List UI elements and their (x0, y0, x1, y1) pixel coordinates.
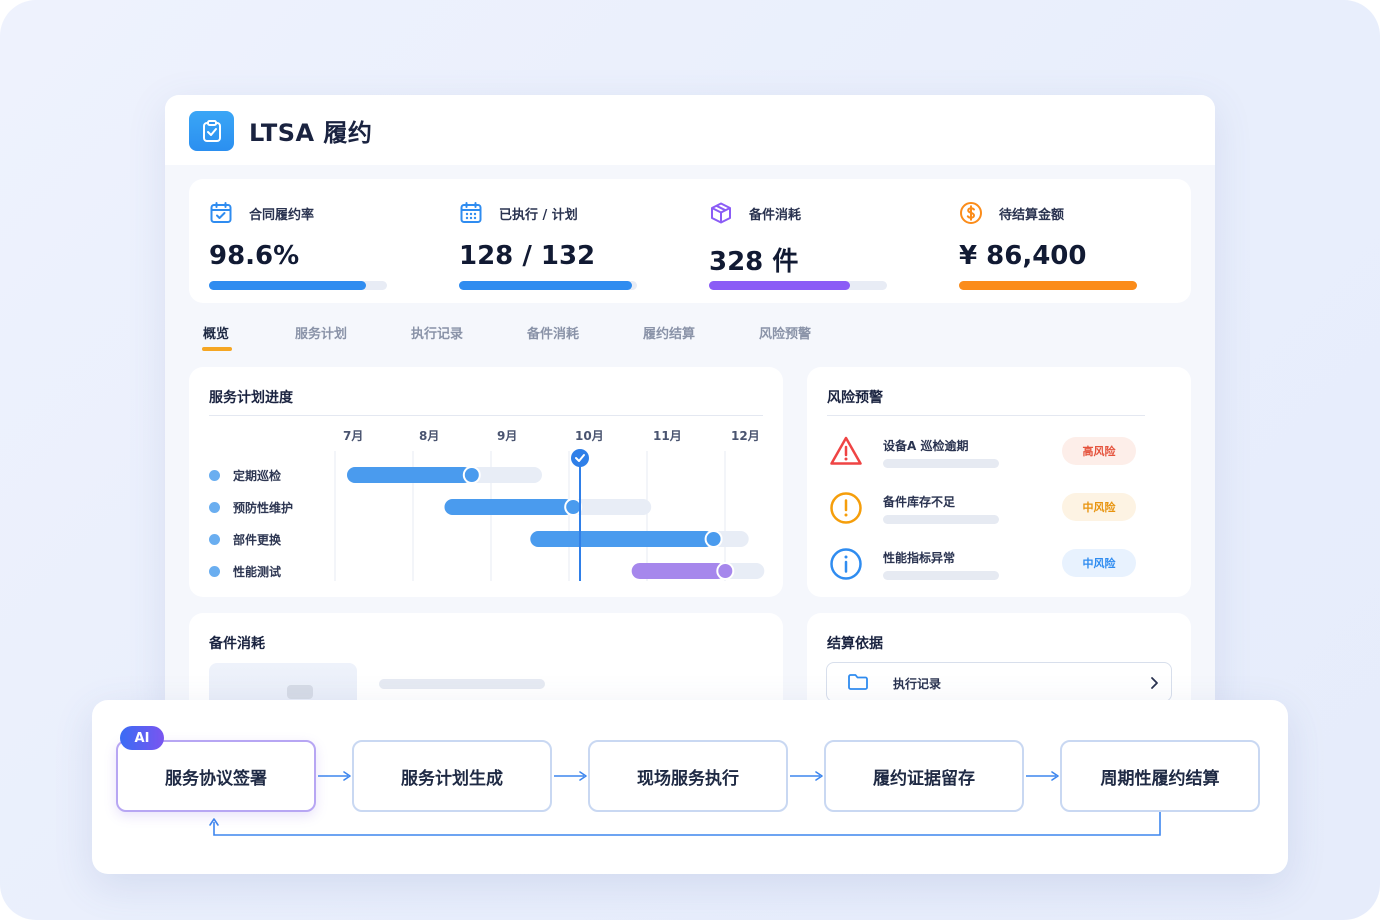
row-marker (209, 502, 220, 513)
app-title: LTSA 履约 (249, 119, 373, 147)
parts-text-placeholder (379, 679, 545, 689)
risk-title: 风险预警 (827, 390, 883, 406)
risk-level-badge: 高风险 (1062, 437, 1136, 465)
ai-badge: AI (120, 726, 164, 750)
kpi-value: ¥ 86,400 (959, 241, 1087, 271)
flow-step-plan-generation[interactable]: 服务计划生成 (352, 740, 552, 812)
today-marker-check-icon (571, 449, 589, 467)
risk-item[interactable]: 设备A 巡检逾期 高风险 (827, 433, 1147, 473)
kpi-parts-consumption: 备件消耗 328 件 (689, 179, 939, 303)
row-marker (209, 566, 220, 577)
tab-execution-records[interactable]: 执行记录 (411, 323, 463, 342)
folder-icon (847, 673, 869, 695)
task-progress-bar[interactable] (347, 467, 472, 483)
parts-image-shape (287, 685, 313, 699)
settlement-title: 结算依据 (827, 636, 883, 652)
calendar-check-icon (209, 201, 233, 225)
kpi-progress-track (709, 281, 887, 290)
task-progress-bar[interactable] (444, 499, 574, 515)
row-marker (209, 534, 220, 545)
kpi-progress-track (959, 281, 1137, 290)
kpi-progress-fill (459, 281, 632, 290)
kpi-label: 备件消耗 (749, 207, 802, 223)
task-progress-handle[interactable] (564, 498, 583, 516)
chevron-right-icon (1149, 675, 1159, 694)
tab-parts-consumption[interactable]: 备件消耗 (527, 323, 579, 342)
info-circle-icon (829, 547, 863, 585)
kpi-progress-track (209, 281, 387, 290)
kpi-value: 128 / 132 (459, 241, 596, 271)
kpi-executed-vs-planned: 已执行 / 计划 128 / 132 (439, 179, 689, 303)
row-marker (209, 470, 220, 481)
kpi-label: 已执行 / 计划 (499, 207, 578, 223)
panel-divider (827, 415, 1145, 416)
kpi-value: 328 件 (709, 247, 799, 277)
background-canvas: LTSA 履约 合同履约率 98.6% 已执行 / 计划 128 / 132 备… (0, 0, 1380, 920)
window-header: LTSA 履约 (165, 95, 1215, 165)
kpi-value: 98.6% (209, 241, 300, 271)
risk-text: 备件库存不足 (883, 495, 956, 509)
dollar-coin-icon (959, 201, 983, 225)
risk-panel: 风险预警 设备A 巡检逾期 高风险 备件库存不足 中风险 性能指标异常 中风险 (807, 367, 1191, 597)
risk-detail-placeholder (883, 571, 999, 580)
kpi-progress-fill (709, 281, 850, 290)
warning-triangle-icon (829, 435, 863, 471)
ltsa-window: LTSA 履约 合同履约率 98.6% 已执行 / 计划 128 / 132 备… (165, 95, 1215, 715)
calendar-grid-icon (459, 201, 483, 225)
clipboard-check-icon (189, 111, 234, 151)
task-label: 性能测试 (233, 565, 282, 579)
kpi-label: 待结算金额 (999, 207, 1065, 223)
task-progress-handle[interactable] (704, 530, 723, 548)
task-progress-bar[interactable] (530, 531, 714, 547)
kpi-fulfillment-rate: 合同履约率 98.6% (189, 179, 439, 303)
flow-step-agreement-signing[interactable]: 服务协议签署 (116, 740, 316, 812)
kpi-progress-track (459, 281, 637, 290)
exclamation-circle-icon (829, 491, 863, 529)
flow-step-evidence-retention[interactable]: 履约证据留存 (824, 740, 1024, 812)
risk-item[interactable]: 性能指标异常 中风险 (827, 545, 1147, 585)
schedule-panel: 服务计划进度 7月 8月 9月 10月 11月 12月 定期巡检 预防性维护 部件更换 性能测试 (189, 367, 783, 597)
settlement-item-label: 执行记录 (893, 677, 942, 691)
risk-detail-placeholder (883, 515, 999, 524)
flow-step-periodic-settlement[interactable]: 周期性履约结算 (1060, 740, 1260, 812)
risk-text: 设备A 巡检逾期 (883, 439, 969, 453)
risk-item[interactable]: 备件库存不足 中风险 (827, 489, 1147, 529)
risk-detail-placeholder (883, 459, 999, 468)
kpi-pending-settlement: 待结算金额 ¥ 86,400 (939, 179, 1189, 303)
risk-level-badge: 中风险 (1062, 549, 1136, 577)
task-label: 部件更换 (233, 533, 282, 547)
tab-risk-alerts[interactable]: 风险预警 (759, 323, 811, 342)
task-progress-handle[interactable] (462, 466, 481, 484)
risk-text: 性能指标异常 (883, 551, 956, 565)
package-icon (709, 201, 733, 225)
active-tab-indicator (202, 347, 232, 351)
tab-overview[interactable]: 概览 (203, 323, 229, 342)
kpi-progress-fill (959, 281, 1137, 290)
task-label: 预防性维护 (233, 501, 294, 515)
kpi-card: 合同履约率 98.6% 已执行 / 计划 128 / 132 备件消耗 328 … (189, 179, 1191, 303)
kpi-label: 合同履约率 (249, 207, 315, 223)
tab-service-plan[interactable]: 服务计划 (295, 323, 347, 342)
risk-level-badge: 中风险 (1062, 493, 1136, 521)
kpi-progress-fill (209, 281, 366, 290)
task-progress-handle[interactable] (716, 562, 735, 580)
task-label: 定期巡检 (233, 469, 282, 483)
task-progress-bar[interactable] (631, 563, 726, 579)
parts-title: 备件消耗 (209, 636, 265, 652)
workflow-card: 服务协议签署 AI 服务计划生成 现场服务执行 履约证据留存 周期性履约结算 (92, 700, 1288, 874)
flow-step-onsite-execution[interactable]: 现场服务执行 (588, 740, 788, 812)
settlement-item[interactable]: 执行记录 (826, 662, 1172, 702)
tab-fulfillment-settlement[interactable]: 履约结算 (643, 323, 695, 342)
